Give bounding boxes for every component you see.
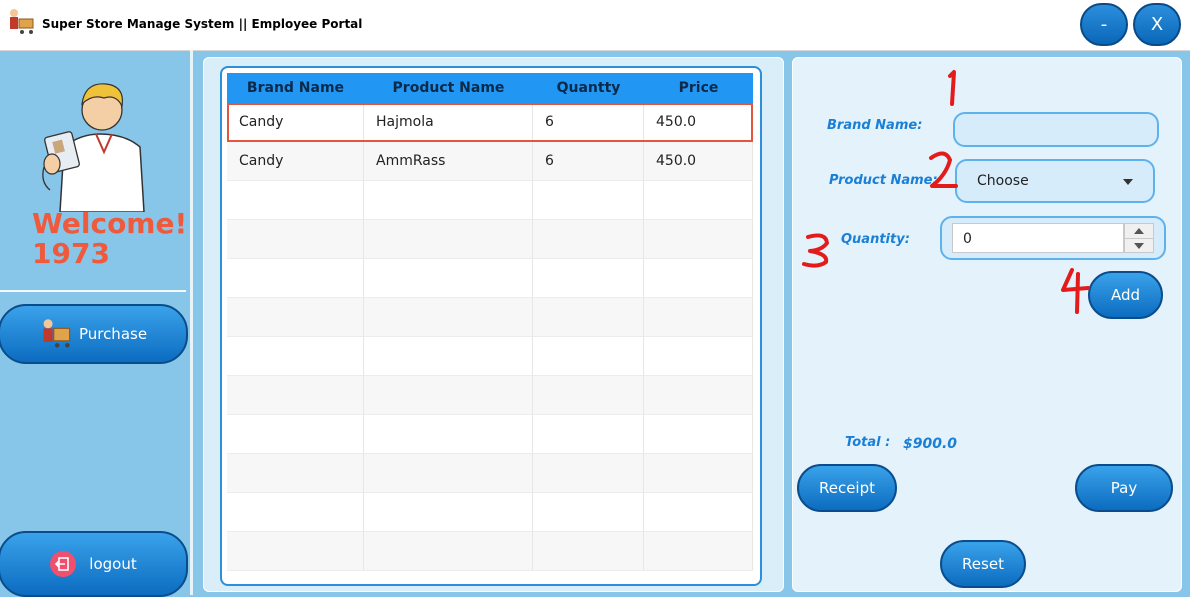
annotation-mark-1 [948, 70, 956, 106]
annotation-mark-3 [802, 233, 829, 268]
annotation-mark-4 [1061, 268, 1090, 314]
annotation-mark-2 [929, 151, 958, 188]
annotation-overlay [802, 70, 1090, 314]
